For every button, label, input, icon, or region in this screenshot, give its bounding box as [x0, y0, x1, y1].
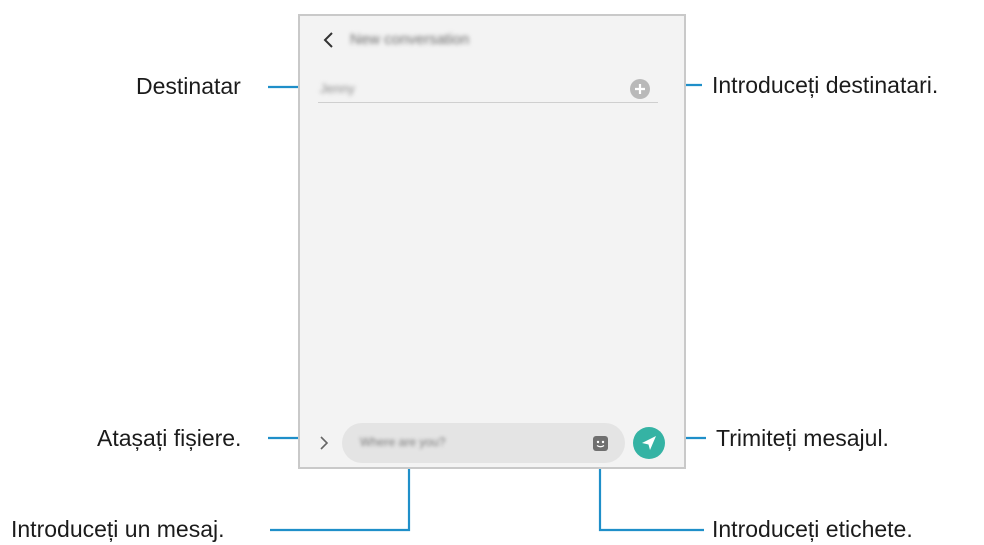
send-icon — [642, 436, 656, 450]
phone-screen: New conversation Jenny Where are you? — [298, 14, 686, 469]
sticker-icon[interactable] — [593, 436, 608, 451]
recipient-underline — [318, 102, 658, 103]
message-input[interactable]: Where are you? — [342, 423, 625, 463]
callout-send-message: Trimiteți mesajul. — [716, 425, 889, 451]
screen-title: New conversation — [350, 31, 470, 48]
chevron-right-icon[interactable] — [317, 434, 331, 452]
send-button[interactable] — [633, 427, 665, 459]
recipient-field[interactable]: Jenny — [320, 81, 355, 96]
message-placeholder: Where are you? — [360, 435, 446, 449]
add-icon[interactable] — [630, 79, 650, 99]
callout-add-recipients: Introduceți destinatari. — [712, 72, 939, 98]
callout-recipient: Destinatar — [136, 73, 241, 99]
back-icon[interactable] — [321, 30, 337, 50]
callout-enter-stickers: Introduceți etichete. — [712, 516, 913, 542]
callout-enter-message: Introduceți un mesaj. — [11, 516, 225, 542]
callout-attach-files: Atașați fișiere. — [97, 425, 242, 451]
